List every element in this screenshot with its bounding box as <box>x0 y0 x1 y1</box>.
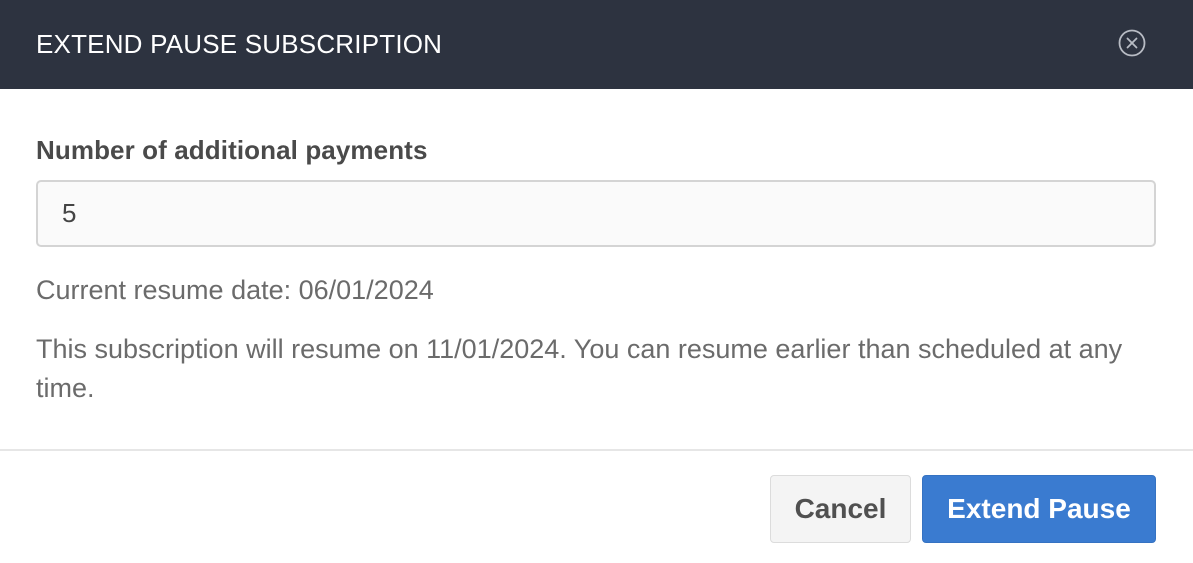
close-circle-icon <box>1118 29 1146 56</box>
close-button[interactable] <box>1117 28 1147 58</box>
current-resume-date: Current resume date: 06/01/2024 <box>36 275 434 305</box>
dialog-body: Number of additional payments Current re… <box>0 89 1193 450</box>
cancel-button[interactable]: Cancel <box>770 475 911 543</box>
footer-divider <box>0 449 1193 451</box>
dialog-title: EXTEND PAUSE SUBSCRIPTION <box>36 29 443 59</box>
extend-pause-button[interactable]: Extend Pause <box>922 475 1156 543</box>
extend-pause-dialog: EXTEND PAUSE SUBSCRIPTION Number of addi… <box>0 0 1193 563</box>
dialog-footer: Cancel Extend Pause <box>770 475 1156 543</box>
resume-note: This subscription will resume on 11/01/2… <box>36 334 1123 403</box>
additional-payments-input[interactable] <box>36 180 1156 247</box>
additional-payments-label: Number of additional payments <box>36 135 428 165</box>
dialog-header: EXTEND PAUSE SUBSCRIPTION <box>0 0 1193 89</box>
